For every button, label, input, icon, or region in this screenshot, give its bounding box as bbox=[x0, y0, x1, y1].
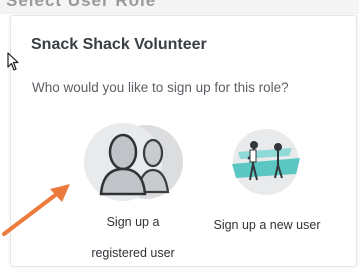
registered-users-icon bbox=[84, 123, 183, 201]
registered-option-label-line1: Sign up a bbox=[106, 215, 160, 229]
dialog-question: Who would you like to sign up for this r… bbox=[32, 80, 289, 95]
top-partial-header: Select User Role bbox=[0, 0, 359, 14]
sign-up-new-user-option[interactable]: Sign up a new user bbox=[204, 128, 330, 268]
dialog-title: Snack Shack Volunteer bbox=[31, 36, 207, 53]
new-user-illustration-icon bbox=[232, 129, 300, 195]
sign-up-registered-user-option[interactable]: Sign up a registered user bbox=[69, 122, 197, 272]
partial-heading: Select User Role bbox=[6, 0, 157, 10]
annotation-arrow-icon bbox=[2, 184, 70, 236]
new-user-option-label: Sign up a new user bbox=[213, 218, 321, 232]
mouse-cursor-icon bbox=[7, 52, 19, 71]
